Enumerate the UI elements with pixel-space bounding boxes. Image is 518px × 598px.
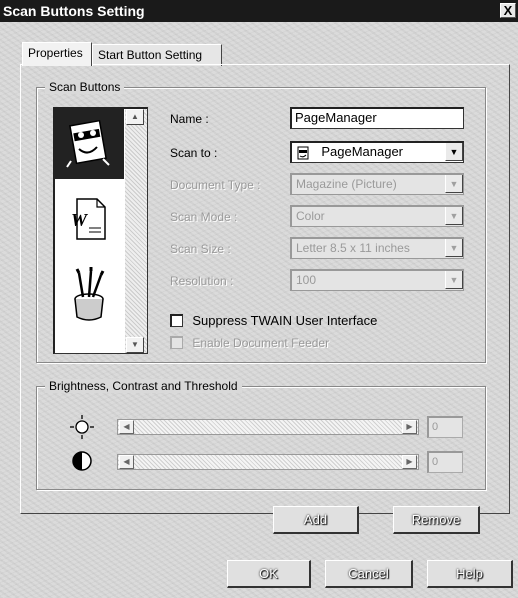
scroll-down-button[interactable]: ▼ — [126, 337, 144, 353]
list-scrollbar[interactable]: ▲ ▼ — [125, 109, 147, 353]
help-button[interactable]: Help — [427, 560, 513, 588]
document-type-select: Magazine (Picture) ▼ — [290, 173, 464, 195]
tab-properties[interactable]: Properties — [22, 42, 92, 66]
contrast-value: 0 — [427, 451, 463, 473]
contrast-icon — [72, 451, 92, 471]
tab-start-button-setting-label: Start Button Setting — [98, 48, 203, 62]
chevron-down-icon: ▼ — [445, 207, 463, 225]
resolution-label: Resolution : — [170, 274, 234, 288]
brightness-value: 0 — [427, 416, 463, 438]
remove-button[interactable]: Remove — [393, 506, 480, 534]
scan-buttons-group-label: Scan Buttons — [45, 80, 125, 94]
scan-to-value: PageManager — [321, 144, 404, 159]
resolution-value: 100 — [296, 273, 317, 287]
ok-button[interactable]: OK — [227, 560, 311, 588]
chevron-down-icon: ▼ — [445, 239, 463, 257]
list-item-paint[interactable] — [55, 259, 124, 329]
scan-mode-value: Color — [296, 209, 325, 223]
scan-buttons-dialog: Scan Buttons Setting X Properties Start … — [0, 0, 518, 598]
suppress-twain-checkbox[interactable] — [170, 314, 183, 328]
enable-feeder-label: Enable Document Feeder — [192, 335, 330, 350]
scan-size-label: Scan Size : — [170, 242, 231, 256]
list-item-pagemanager[interactable] — [55, 109, 124, 179]
suppress-twain-label: Suppress TWAIN User Interface — [192, 312, 378, 328]
scroll-up-button[interactable]: ▲ — [126, 109, 144, 125]
contrast-right-button[interactable]: ▶ — [402, 455, 417, 469]
scan-button-list[interactable]: W ▲ ▼ — [53, 107, 148, 354]
word-document-icon: W — [71, 198, 106, 240]
scan-to-select[interactable]: PageManager ▼ — [290, 141, 464, 163]
brightness-right-button[interactable]: ▶ — [402, 420, 417, 434]
tab-start-button-setting[interactable]: Start Button Setting — [92, 44, 222, 66]
name-input[interactable]: PageManager — [290, 107, 464, 129]
brightness-group-label: Brightness, Contrast and Threshold — [45, 379, 242, 393]
scan-mode-select: Color ▼ — [290, 205, 464, 227]
paint-bucket-icon — [74, 267, 105, 321]
pagemanager-icon — [66, 119, 110, 168]
chevron-down-icon: ▼ — [445, 271, 463, 289]
scan-to-label: Scan to : — [170, 146, 218, 160]
pagemanager-small-icon — [297, 146, 309, 160]
resolution-select: 100 ▼ — [290, 269, 464, 291]
cancel-button[interactable]: Cancel — [325, 560, 413, 588]
contrast-left-button[interactable]: ◀ — [119, 455, 134, 469]
name-label: Name : — [170, 112, 209, 126]
enable-feeder-checkbox — [170, 336, 183, 350]
svg-text:W: W — [71, 210, 89, 230]
scan-size-select: Letter 8.5 x 11 inches ▼ — [290, 237, 464, 259]
window-title: Scan Buttons Setting — [3, 3, 145, 19]
scan-size-value: Letter 8.5 x 11 inches — [296, 241, 410, 255]
brightness-left-button[interactable]: ◀ — [119, 420, 134, 434]
close-icon: X — [503, 3, 513, 18]
suppress-twain-row[interactable]: Suppress TWAIN User Interface — [170, 313, 377, 329]
sun-icon — [70, 415, 94, 439]
list-item-word[interactable]: W — [55, 184, 124, 254]
enable-feeder-row: Enable Document Feeder — [170, 335, 329, 351]
contrast-slider[interactable]: ◀ ▶ — [117, 454, 419, 470]
title-bar: Scan Buttons Setting X — [0, 0, 518, 22]
add-button[interactable]: Add — [273, 506, 359, 534]
scan-mode-label: Scan Mode : — [170, 210, 238, 224]
document-type-label: Document Type : — [170, 178, 261, 192]
brightness-slider[interactable]: ◀ ▶ — [117, 419, 419, 435]
chevron-down-icon: ▼ — [445, 175, 463, 193]
brightness-group: Brightness, Contrast and Threshold — [36, 379, 486, 490]
close-button[interactable]: X — [500, 3, 516, 18]
chevron-down-icon[interactable]: ▼ — [445, 143, 463, 161]
document-type-value: Magazine (Picture) — [296, 177, 397, 191]
tab-properties-label: Properties — [28, 46, 83, 60]
